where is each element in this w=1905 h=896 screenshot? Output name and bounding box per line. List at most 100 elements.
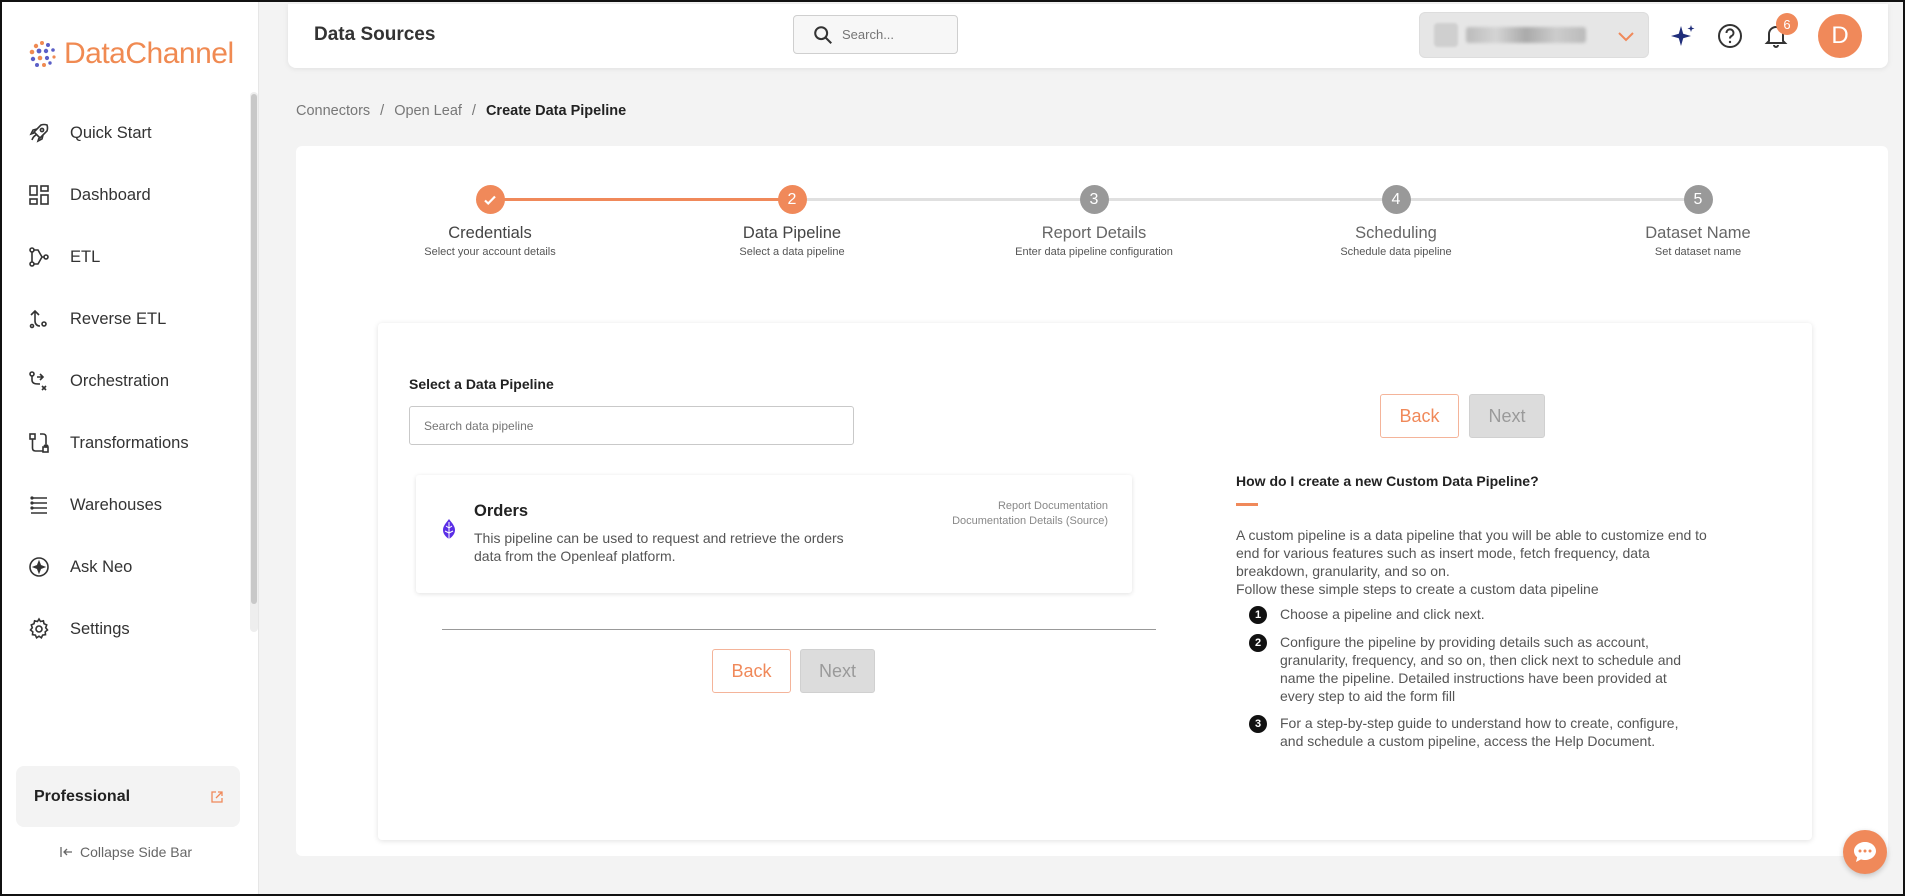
sidebar-item-label: Reverse ETL <box>70 309 167 328</box>
breadcrumb-link-connectors[interactable]: Connectors <box>296 103 370 119</box>
step-title: Scheduling <box>1355 224 1437 242</box>
workspace-selector[interactable] <box>1419 12 1649 58</box>
step-number: 3 <box>1079 185 1109 214</box>
breadcrumb-separator: / <box>471 103 476 119</box>
help-step-text: For a step-by-step guide to understand h… <box>1280 715 1679 749</box>
sidebar-item-reverse-etl[interactable]: Reverse ETL <box>2 288 242 350</box>
step-title: Dataset Name <box>1645 224 1751 242</box>
external-link-icon[interactable] <box>210 790 224 804</box>
main-panel: Credentials Select your account details … <box>296 146 1888 856</box>
back-button-top[interactable]: Back <box>1380 394 1459 438</box>
etl-icon <box>26 244 52 270</box>
help-step-number: 2 <box>1249 634 1267 652</box>
user-avatar[interactable]: D <box>1818 14 1862 58</box>
global-search[interactable] <box>793 15 958 54</box>
pipeline-selection-card: Select a Data Pipeline Back Next Orders … <box>378 323 1812 840</box>
step-subtitle: Enter data pipeline configuration <box>1015 246 1173 258</box>
sidebar-item-orchestration[interactable]: Orchestration <box>2 350 242 412</box>
step-report-details[interactable]: 3 Report Details Enter data pipeline con… <box>964 185 1224 258</box>
step-subtitle: Select your account details <box>424 246 556 258</box>
sidebar-item-label: Warehouses <box>70 495 163 514</box>
brand-logo[interactable]: DataChannel <box>26 34 234 74</box>
page-title: Data Sources <box>314 24 436 45</box>
report-documentation-link[interactable]: Report Documentation <box>952 499 1108 514</box>
sidebar-scroll-thumb[interactable] <box>251 94 257 604</box>
workspace-avatar <box>1434 23 1458 47</box>
search-icon <box>814 25 832 44</box>
help-step: 2 Configure the pipeline by providing de… <box>1236 633 1716 705</box>
sidebar-item-quick-start[interactable]: Quick Start <box>2 102 242 164</box>
next-button-bottom[interactable]: Next <box>800 649 875 693</box>
pipeline-description: This pipeline can be used to request and… <box>474 530 844 564</box>
plan-card[interactable]: Professional <box>16 766 240 827</box>
wizard-stepper: Credentials Select your account details … <box>296 146 1888 286</box>
help-step: 3 For a step-by-step guide to understand… <box>1236 714 1716 750</box>
dashboard-icon <box>26 182 52 208</box>
step-data-pipeline[interactable]: 2 Data Pipeline Select a data pipeline <box>662 185 922 258</box>
ai-sparkle-icon[interactable] <box>1668 21 1698 51</box>
sidebar-item-label: ETL <box>70 247 101 266</box>
help-intro-text: A custom pipeline is a data pipeline tha… <box>1236 527 1707 579</box>
sidebar-nav: Quick Start Dashboard ETL Reverse ETL Or… <box>2 102 242 660</box>
top-header: Data Sources 6 D <box>288 4 1888 68</box>
help-icon[interactable] <box>1715 21 1745 51</box>
back-button-bottom[interactable]: Back <box>712 649 791 693</box>
help-steps-list: 1 Choose a pipeline and click next. 2 Co… <box>1236 605 1716 750</box>
step-number: 2 <box>777 185 807 214</box>
breadcrumb-current: Create Data Pipeline <box>485 103 627 119</box>
pipeline-name: Orders <box>474 502 529 520</box>
openleaf-logo-icon <box>443 519 455 544</box>
ask-neo-icon <box>26 554 52 580</box>
step-subtitle: Set dataset name <box>1654 246 1742 258</box>
help-intro: A custom pipeline is a data pipeline tha… <box>1236 526 1716 598</box>
sidebar-item-ask-neo[interactable]: Ask Neo <box>2 536 242 598</box>
gear-icon <box>26 616 52 642</box>
chat-bubble-icon <box>1854 842 1876 862</box>
step-connector-pending <box>792 198 1698 201</box>
breadcrumb: Connectors / Open Leaf / Create Data Pip… <box>296 103 626 119</box>
sidebar-item-settings[interactable]: Settings <box>2 598 242 660</box>
step-credentials[interactable]: Credentials Select your account details <box>360 185 620 258</box>
checkmark-icon <box>475 185 505 214</box>
rocket-icon <box>26 120 52 146</box>
notification-count-badge: 6 <box>1776 13 1798 35</box>
help-step-text: Configure the pipeline by providing deta… <box>1280 634 1682 704</box>
pipeline-search-input[interactable] <box>409 406 854 445</box>
help-panel: How do I create a new Custom Data Pipeli… <box>1236 473 1716 759</box>
step-scheduling[interactable]: 4 Scheduling Schedule data pipeline <box>1266 185 1526 258</box>
help-accent-bar <box>1236 503 1258 506</box>
logo-icon <box>29 41 56 67</box>
select-pipeline-label: Select a Data Pipeline <box>409 376 554 392</box>
sidebar-item-transformations[interactable]: Transformations <box>2 412 242 474</box>
collapse-label: Collapse Side Bar <box>80 844 193 860</box>
step-number: 4 <box>1381 185 1411 214</box>
chevron-down-icon <box>1618 32 1634 42</box>
collapse-sidebar-button[interactable]: Collapse Side Bar <box>60 844 192 860</box>
reverse-etl-icon <box>26 306 52 332</box>
help-step-text: Choose a pipeline and click next. <box>1280 606 1485 622</box>
documentation-details-link[interactable]: Documentation Details (Source) <box>952 514 1108 529</box>
pipeline-doc-links: Report Documentation Documentation Detai… <box>952 499 1108 529</box>
breadcrumb-link-open-leaf[interactable]: Open Leaf <box>394 103 462 119</box>
sidebar-item-label: Dashboard <box>70 185 151 204</box>
step-subtitle: Schedule data pipeline <box>1340 246 1452 258</box>
breadcrumb-separator: / <box>380 103 385 119</box>
pipeline-option-orders[interactable]: Orders This pipeline can be used to requ… <box>416 475 1132 593</box>
step-number: 5 <box>1683 185 1713 214</box>
sidebar-item-label: Ask Neo <box>70 557 133 576</box>
sidebar-item-label: Settings <box>70 619 130 638</box>
next-button-top[interactable]: Next <box>1469 394 1545 438</box>
sidebar-item-label: Orchestration <box>70 371 170 390</box>
help-step: 1 Choose a pipeline and click next. <box>1236 605 1716 624</box>
help-title: How do I create a new Custom Data Pipeli… <box>1236 473 1539 489</box>
search-input[interactable] <box>842 27 952 42</box>
sidebar-item-dashboard[interactable]: Dashboard <box>2 164 242 226</box>
sidebar-item-label: Transformations <box>70 433 189 452</box>
sidebar-item-warehouses[interactable]: Warehouses <box>2 474 242 536</box>
brand-name: DataChannel <box>64 37 234 70</box>
step-dataset-name[interactable]: 5 Dataset Name Set dataset name <box>1568 185 1828 258</box>
sidebar-item-etl[interactable]: ETL <box>2 226 242 288</box>
chat-support-button[interactable] <box>1843 830 1887 874</box>
step-title: Data Pipeline <box>742 224 842 242</box>
plan-name: Professional <box>34 787 131 805</box>
